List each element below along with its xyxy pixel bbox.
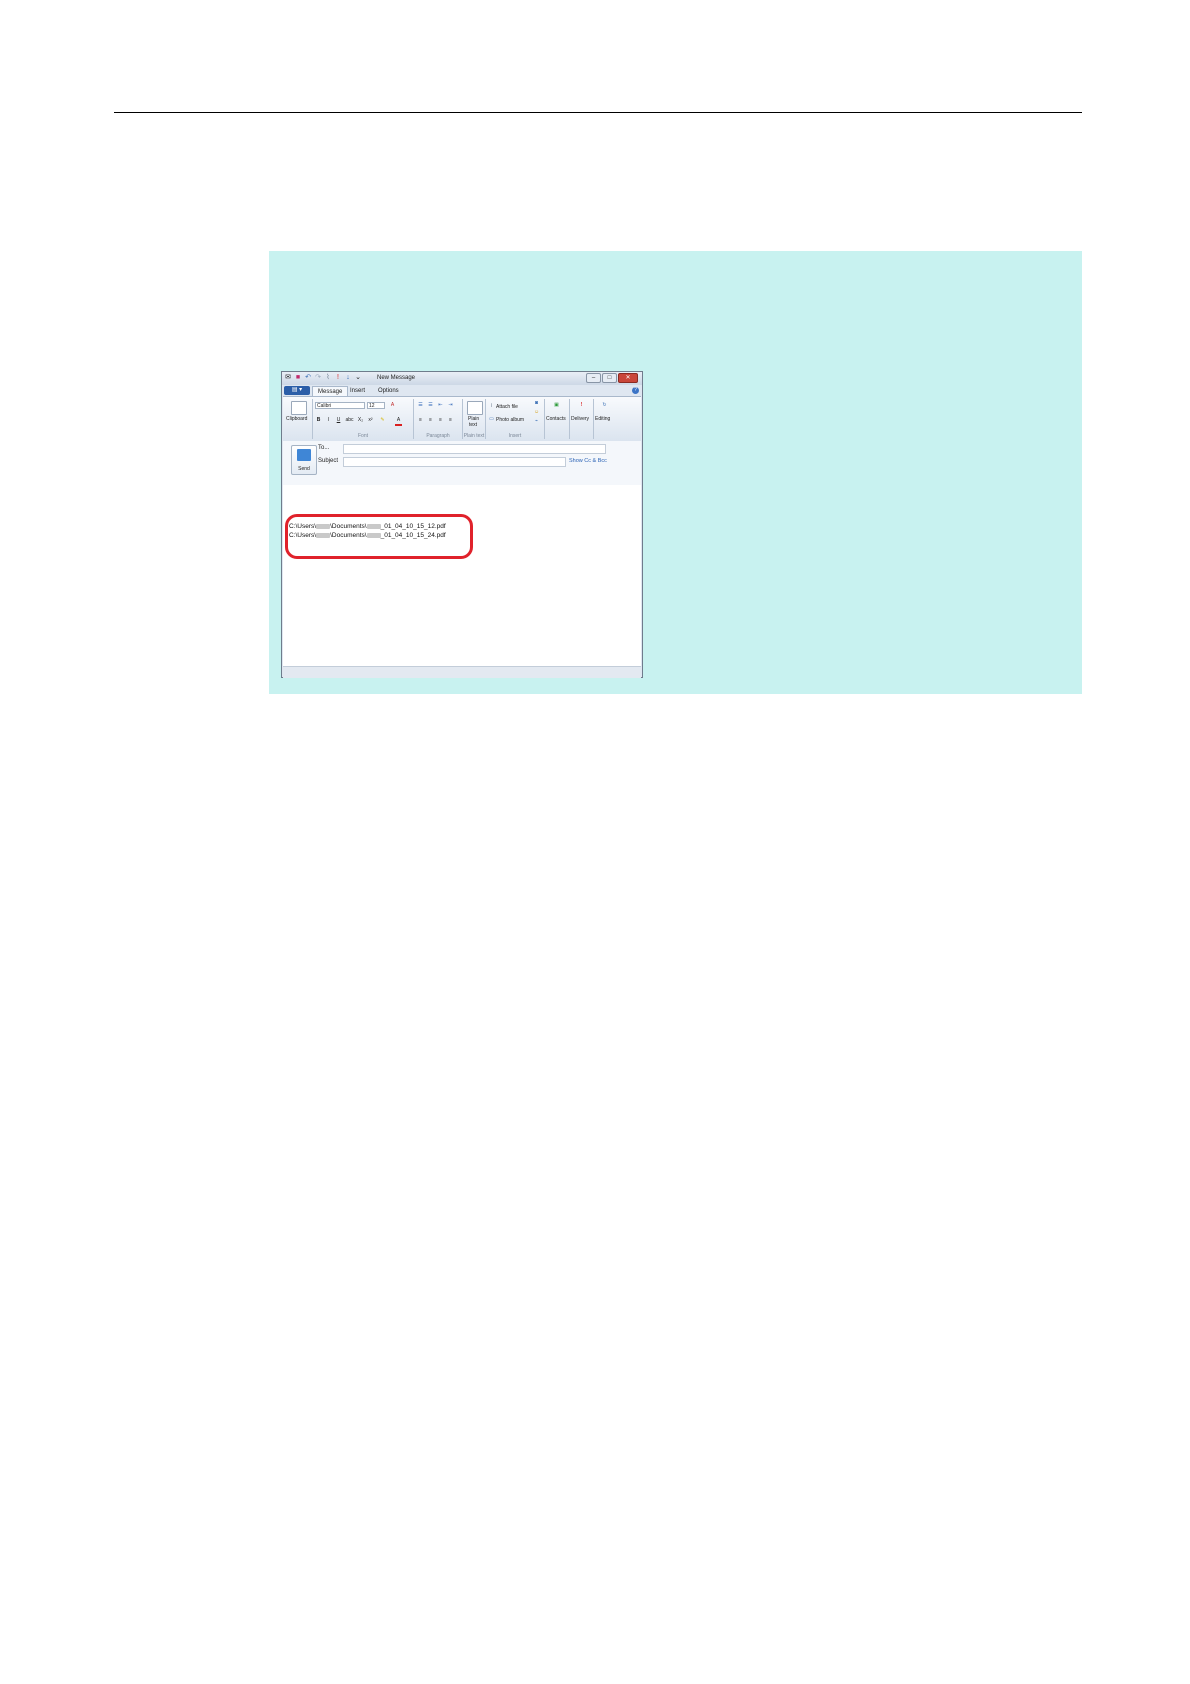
font-family-select[interactable]: Calibri bbox=[315, 402, 365, 409]
editing-icon: ↻ bbox=[602, 402, 607, 408]
app-icon: ✉ bbox=[285, 374, 291, 381]
delivery-button[interactable]: Delivery bbox=[571, 416, 589, 422]
attach-file-button[interactable]: Attach file bbox=[496, 404, 518, 410]
to-label[interactable]: To... bbox=[318, 445, 329, 451]
plain-text-group-label: Plain text bbox=[463, 433, 485, 439]
customize-qat-icon[interactable]: ⌄ bbox=[354, 374, 362, 382]
clipboard-button[interactable]: Clipboard bbox=[286, 416, 307, 422]
tab-options[interactable]: Options bbox=[373, 386, 404, 396]
plain-text-group: Plain text Plain text bbox=[463, 399, 486, 439]
contacts-button[interactable]: Contacts bbox=[546, 416, 566, 422]
insert-group: ⌇ Attach file ▭ Photo album ◙ ☺ ⌁ Insert bbox=[486, 399, 545, 439]
clear-format-icon[interactable]: A bbox=[389, 402, 396, 409]
paperclip-icon: ⌇ bbox=[490, 403, 493, 409]
font-color-icon[interactable]: A bbox=[395, 417, 402, 426]
app-menu-button[interactable]: ▤ ▾ bbox=[284, 386, 310, 395]
delivery-group: ! Delivery bbox=[570, 399, 594, 439]
picture-icon[interactable]: ◙ bbox=[533, 400, 540, 407]
signature-icon[interactable]: ⌁ bbox=[533, 418, 540, 425]
align-center-icon[interactable]: ≡ bbox=[427, 417, 434, 424]
ribbon-tabs: ▤ ▾ Message Insert Options ? bbox=[282, 385, 642, 397]
note-box: ✉ ■ ↶ ↷ ⌇ ! ↓ ⌄ New Message – □ ✕ ▤ ▾ Me… bbox=[269, 251, 1082, 694]
photo-album-button[interactable]: Photo album bbox=[496, 417, 524, 423]
window-controls: – □ ✕ bbox=[586, 373, 638, 383]
low-priority-icon[interactable]: ↓ bbox=[344, 374, 352, 382]
increase-indent-icon[interactable]: ⇥ bbox=[447, 402, 454, 409]
clipboard-group: Clipboard bbox=[284, 399, 313, 439]
close-button[interactable]: ✕ bbox=[618, 373, 638, 383]
mail-window: ✉ ■ ↶ ↷ ⌇ ! ↓ ⌄ New Message – □ ✕ ▤ ▾ Me… bbox=[281, 371, 643, 678]
window-title: New Message bbox=[377, 375, 416, 381]
align-right-icon[interactable]: ≡ bbox=[437, 417, 444, 424]
strikethrough-button[interactable]: abc bbox=[345, 417, 354, 424]
tab-insert[interactable]: Insert bbox=[345, 386, 370, 396]
message-body[interactable]: C:\Users\ \Documents\ _01_04_10_15_12.pdf … bbox=[283, 485, 641, 666]
font-group-label: Font bbox=[357, 433, 368, 439]
subject-field[interactable] bbox=[343, 457, 566, 467]
font-group: Calibri 12 A B I U abc X₂ x² ✎ A Font bbox=[313, 399, 414, 439]
plain-text-icon bbox=[467, 401, 483, 415]
underline-button[interactable]: U bbox=[335, 417, 342, 424]
high-priority-icon[interactable]: ! bbox=[334, 374, 342, 382]
paragraph-group-label: Paragraph bbox=[426, 433, 450, 439]
align-left-icon[interactable]: ≡ bbox=[417, 417, 424, 424]
bold-button[interactable]: B bbox=[315, 417, 322, 424]
maximize-button[interactable]: □ bbox=[602, 373, 617, 383]
clipboard-icon bbox=[291, 401, 307, 415]
photo-album-icon: ▭ bbox=[489, 416, 494, 422]
numbering-icon[interactable]: ☰ bbox=[427, 402, 434, 409]
send-button[interactable]: Send bbox=[291, 445, 317, 475]
send-label: Send bbox=[298, 466, 310, 472]
editing-button[interactable]: Editing bbox=[595, 416, 610, 422]
bullets-icon[interactable]: ☰ bbox=[417, 402, 424, 409]
font-size-select[interactable]: 12 bbox=[367, 402, 385, 409]
highlight-callout bbox=[285, 514, 473, 559]
highlight-icon[interactable]: ✎ bbox=[379, 417, 386, 424]
help-icon[interactable]: ? bbox=[632, 387, 639, 394]
emoticon-icon[interactable]: ☺ bbox=[533, 409, 540, 416]
italic-button[interactable]: I bbox=[325, 417, 332, 424]
justify-icon[interactable]: ≡ bbox=[447, 417, 454, 424]
plain-text-label-2[interactable]: text bbox=[469, 422, 477, 428]
to-field[interactable] bbox=[343, 444, 606, 454]
attach-icon[interactable]: ⌇ bbox=[324, 374, 332, 382]
editing-group: ↻ Editing bbox=[594, 399, 616, 439]
decrease-indent-icon[interactable]: ⇤ bbox=[437, 402, 444, 409]
insert-group-label: Insert bbox=[508, 433, 522, 439]
delivery-icon: ! bbox=[580, 402, 583, 408]
quick-access-toolbar: ✉ ■ ↶ ↷ ⌇ ! ↓ ⌄ bbox=[284, 374, 362, 382]
header-rule bbox=[114, 112, 1082, 113]
minimize-button[interactable]: – bbox=[586, 373, 601, 383]
contacts-group: ▣ Contacts bbox=[545, 399, 570, 439]
paragraph-group: ☰ ☰ ⇤ ⇥ ≡ ≡ ≡ ≡ Paragraph bbox=[414, 399, 463, 439]
show-cc-bcc-link[interactable]: Show Cc & Bcc bbox=[569, 458, 607, 464]
title-bar: ✉ ■ ↶ ↷ ⌇ ! ↓ ⌄ New Message – □ ✕ bbox=[282, 372, 642, 385]
save-icon[interactable]: ■ bbox=[294, 374, 302, 382]
ribbon: Clipboard Calibri 12 A B I U abc X₂ x² ✎… bbox=[283, 396, 641, 442]
header-fields: Send To... Subject Show Cc & Bcc bbox=[283, 441, 641, 486]
contacts-icon: ▣ bbox=[554, 402, 559, 408]
status-bar bbox=[283, 666, 641, 678]
subscript-button[interactable]: X₂ bbox=[357, 417, 364, 424]
superscript-button[interactable]: x² bbox=[367, 417, 374, 424]
subject-label: Subject bbox=[318, 458, 339, 464]
send-icon bbox=[297, 449, 311, 461]
undo-icon[interactable]: ↶ bbox=[304, 374, 312, 382]
redo-icon[interactable]: ↷ bbox=[314, 374, 322, 382]
